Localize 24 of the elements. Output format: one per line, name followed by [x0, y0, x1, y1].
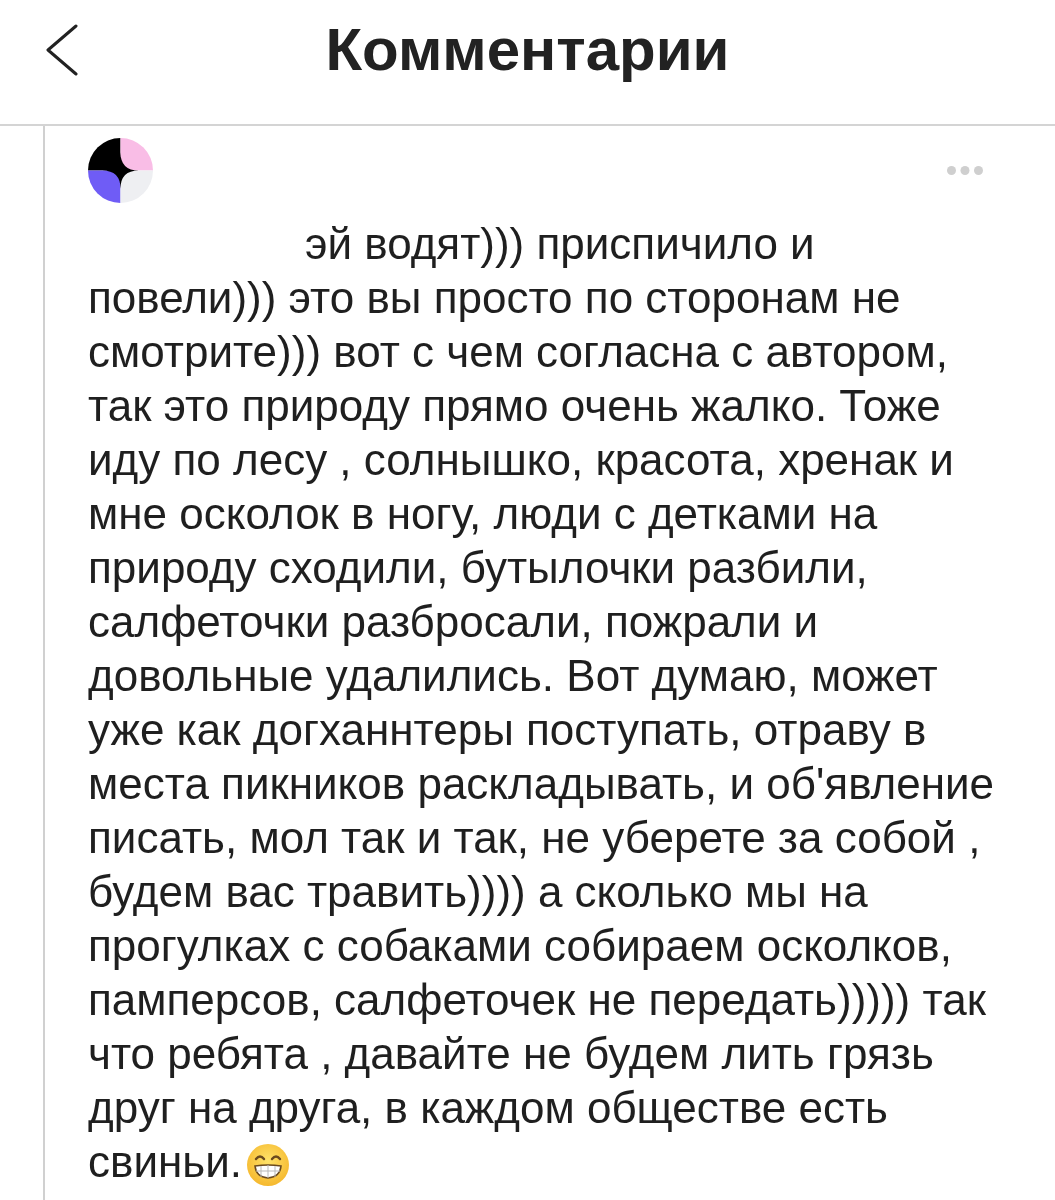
comment-text-line: мне осколок в ногу, люди с детками на — [88, 488, 878, 540]
back-icon — [45, 24, 79, 76]
comment-text-line: уже как догханнтеры поступать, отраву в — [88, 704, 927, 756]
avatar-icon — [88, 138, 153, 203]
comment-text-line: места пикников раскладывать, и об'явление — [88, 758, 995, 810]
comment-text-line: салфеточки разбросали, пожрали и — [88, 596, 819, 648]
comment-text-line: будем вас травить)))) а сколько мы на — [88, 866, 868, 918]
comment-text-line: смотрите))) вот с чем согласна с автором, — [88, 326, 948, 378]
comment-text-line: прогулках с собаками собираем осколков, — [88, 920, 952, 972]
back-button[interactable] — [45, 24, 79, 76]
comment-text-line: довольные удалились. Вот думаю, может — [88, 650, 938, 702]
page-title: Комментарии — [325, 20, 730, 80]
comment-text-line: писать, мол так и так, не уберете за собой , — [88, 812, 981, 864]
comment-text-line: иду по лесу , солнышко, красота, хренак и — [88, 434, 954, 486]
more-dots-icon — [947, 166, 983, 175]
comment-text-line: природу сходили, бутылочки разбили, — [88, 542, 868, 594]
comment-text-line: что ребята , давайте не будем лить грязь — [88, 1028, 934, 1080]
comment-text-line: памперсов, салфеточек не передать))))) так — [88, 974, 986, 1026]
comment-text-line: эй водят))) приспичило и — [305, 218, 815, 270]
comment-text-line: повели))) это вы просто по сторонам не — [88, 272, 901, 324]
comment-text-line: друг на друга, в каждом обществе есть — [88, 1082, 889, 1134]
comment-text-line: так это природу прямо очень жалко. Тоже — [88, 380, 941, 432]
grinning-face-icon — [246, 1143, 290, 1187]
comment-text-line: свиньи. — [88, 1136, 242, 1188]
